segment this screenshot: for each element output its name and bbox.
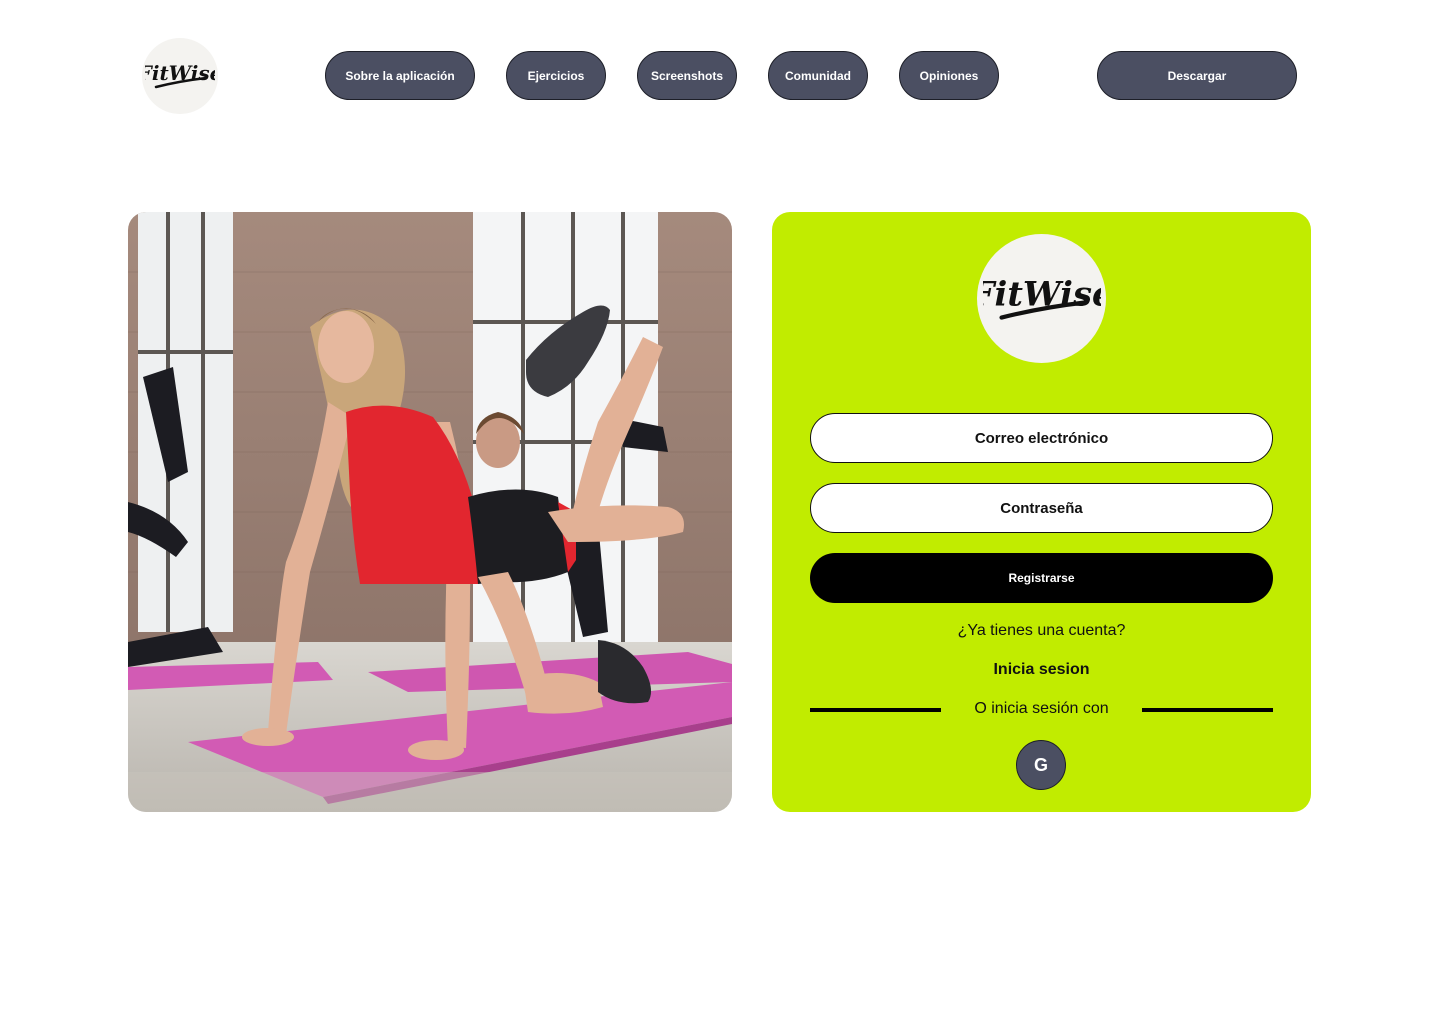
have-account-text: ¿Ya tienes una cuenta? <box>957 622 1126 639</box>
divider-text: O inicia sesión con <box>974 700 1109 717</box>
google-icon: G <box>1033 754 1048 775</box>
email-field[interactable]: Correo electrónico <box>810 413 1273 463</box>
fitness-class-photo <box>128 212 732 812</box>
nav-item-opiniones[interactable]: Opiniones <box>899 51 999 100</box>
password-field[interactable]: Contraseña <box>810 483 1273 533</box>
nav-item-comunidad[interactable]: Comunidad <box>768 51 868 100</box>
fitwise-logo-icon: FitWise <box>145 61 215 89</box>
google-signin-button[interactable]: G <box>1016 740 1066 790</box>
fitwise-logo-icon: FitWise <box>983 273 1101 320</box>
hero-photo <box>128 212 732 812</box>
brand-logo[interactable]: FitWise <box>142 38 218 114</box>
divider-line-right <box>1142 708 1273 712</box>
nav-item-sobre[interactable]: Sobre la aplicación <box>325 51 475 100</box>
register-button[interactable]: Registrarse <box>810 553 1273 603</box>
nav-item-ejercicios[interactable]: Ejercicios <box>506 51 606 100</box>
card-brand-logo: FitWise <box>977 234 1106 363</box>
login-link[interactable]: Inicia sesion <box>772 661 1311 679</box>
nav-item-screenshots[interactable]: Screenshots <box>637 51 737 100</box>
download-button[interactable]: Descargar <box>1097 51 1297 100</box>
divider-line-left <box>810 708 941 712</box>
